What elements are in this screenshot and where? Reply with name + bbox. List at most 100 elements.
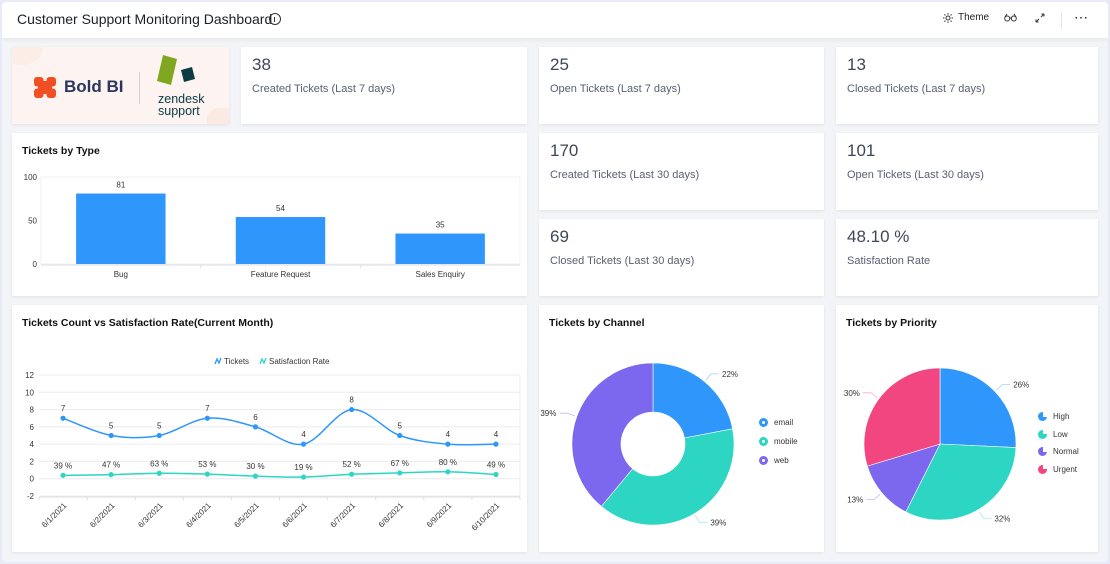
more-options-button[interactable]: ⋯ xyxy=(1074,9,1089,26)
kpi-value: 69 xyxy=(550,227,569,246)
legend-item[interactable]: email xyxy=(759,418,793,427)
kpi-value: 25 xyxy=(550,55,569,74)
data-point xyxy=(300,441,307,447)
donut-chart: 22% 39% 39% xyxy=(540,362,738,527)
y-tick-label: 12 xyxy=(25,371,34,380)
bar-data-label: 54 xyxy=(276,204,285,213)
kpi-card-satisfaction-rate[interactable]: 48.10 % Satisfaction Rate xyxy=(836,219,1098,296)
data-label: 80 % xyxy=(439,458,457,467)
pie-slice xyxy=(939,367,1017,448)
legend-label: web xyxy=(774,456,789,465)
kpi-card-closed-30d[interactable]: 69 Closed Tickets (Last 30 days) xyxy=(539,219,824,296)
kpi-value: 48.10 % xyxy=(847,227,910,246)
data-label: 8 xyxy=(349,396,354,405)
kpi-label: Closed Tickets (Last 7 days) xyxy=(847,83,986,95)
sun-icon xyxy=(943,12,953,23)
data-point xyxy=(204,415,210,421)
legend-item[interactable]: mobile xyxy=(759,437,798,446)
more-icon: ⋯ xyxy=(1074,9,1089,25)
legend-label: mobile xyxy=(774,437,798,446)
connector-line xyxy=(694,515,708,523)
legend-item[interactable]: Low xyxy=(1038,429,1068,439)
kpi-card-open-7d[interactable]: 25 Open Tickets (Last 7 days) xyxy=(539,47,824,124)
boldbi-logo-icon xyxy=(34,77,56,98)
data-label: 63 % xyxy=(150,459,168,468)
data-label: 67 % xyxy=(391,459,409,468)
kpi-card-created-30d[interactable]: 170 Created Tickets (Last 30 days) xyxy=(539,133,824,210)
y-tick-label: -2 xyxy=(27,492,35,501)
legend-marker-icon xyxy=(1038,464,1047,474)
data-label: 19 % xyxy=(294,463,312,472)
bar xyxy=(395,233,485,264)
slice-data-label: 26% xyxy=(1013,381,1029,390)
data-label: 49 % xyxy=(487,460,505,469)
x-tick-label: 6/4/2021 xyxy=(184,501,213,530)
legend-item[interactable]: Normal xyxy=(1038,447,1079,456)
decorative-blob xyxy=(207,108,229,124)
data-point xyxy=(397,432,403,439)
x-tick-label: Feature Request xyxy=(251,270,311,279)
kpi-value: 170 xyxy=(550,141,579,160)
y-tick-label: 50 xyxy=(28,217,37,226)
legend-label: Tickets xyxy=(224,357,249,366)
theme-button[interactable]: Theme xyxy=(943,12,989,23)
boldbi-logo-text: Bold BI xyxy=(64,77,124,96)
kpi-label: Created Tickets (Last 7 days) xyxy=(252,83,396,95)
legend-label: Normal xyxy=(1053,447,1079,456)
legend-item[interactable]: Urgent xyxy=(1038,464,1077,474)
logo-divider xyxy=(139,72,140,104)
bar-chart: 0 50 100 81 Bug 54 Feature Request 35 Sales Enqu… xyxy=(24,173,521,279)
x-tick-label: 6/10/2021 xyxy=(470,501,502,533)
legend-line-icon xyxy=(214,357,222,365)
x-tick-label: 6/9/2021 xyxy=(425,501,454,530)
data-label: 7 xyxy=(61,404,66,413)
slice-data-label: 32% xyxy=(994,514,1010,523)
slice-data-label: 39% xyxy=(540,409,556,418)
bar xyxy=(235,217,326,264)
data-label: 5 xyxy=(109,422,114,431)
data-label: 30 % xyxy=(246,462,264,471)
fullscreen-button[interactable] xyxy=(1035,13,1045,23)
info-icon[interactable] xyxy=(269,13,281,25)
data-label: 6 xyxy=(253,413,258,422)
data-point xyxy=(445,469,451,475)
slice-data-label: 13% xyxy=(847,495,863,504)
data-point xyxy=(204,471,210,477)
y-tick-label: 8 xyxy=(30,406,35,415)
series-line xyxy=(63,471,496,478)
pie-slice xyxy=(652,362,733,439)
legend-item[interactable]: web xyxy=(759,456,789,465)
legend-marker-icon xyxy=(759,418,768,427)
x-tick-label: Sales Enquiry xyxy=(415,270,464,279)
data-point xyxy=(300,474,307,480)
legend-label: Satisfaction Rate xyxy=(269,357,330,366)
kpi-label: Open Tickets (Last 7 days) xyxy=(550,83,681,95)
zendesk-logo-text: zendesk support xyxy=(158,93,205,118)
kpi-label: Created Tickets (Last 30 days) xyxy=(550,169,700,181)
kpi-card-open-30d[interactable]: 101 Open Tickets (Last 30 days) xyxy=(836,133,1098,210)
legend-item[interactable]: High xyxy=(1038,412,1069,421)
slice-data-label: 22% xyxy=(722,370,738,379)
y-tick-label: 4 xyxy=(30,440,35,449)
kpi-card-created-7d[interactable]: 38 Created Tickets (Last 7 days) xyxy=(241,47,527,124)
tickets-by-type-widget: Tickets by Type 0 50 100 81 Bug 54 Feature Req… xyxy=(12,133,527,296)
data-label: 52 % xyxy=(343,460,361,469)
y-tick-label: 0 xyxy=(33,260,38,269)
x-tick-label: Bug xyxy=(114,270,128,279)
data-label: 5 xyxy=(157,422,162,431)
legend-label: Low xyxy=(1053,429,1068,439)
view-mode-button[interactable] xyxy=(1004,13,1017,22)
kpi-card-closed-7d[interactable]: 13 Closed Tickets (Last 7 days) xyxy=(836,47,1098,124)
tickets-by-priority-widget: Tickets by Priority 26% 32% 13% 30% High Low… xyxy=(836,305,1098,552)
slice-data-label: 39% xyxy=(710,518,726,527)
tickets-vs-satisfaction-widget: Tickets Count vs Satisfaction Rate(Curre… xyxy=(12,305,527,552)
support-text-line: support xyxy=(158,104,200,118)
connector-line xyxy=(705,373,720,381)
y-tick-label: 6 xyxy=(30,423,35,432)
y-tick-label: 0 xyxy=(30,475,35,484)
expand-icon xyxy=(1035,13,1045,23)
legend-marker-icon xyxy=(1038,447,1047,456)
data-point xyxy=(108,472,114,478)
theme-label: Theme xyxy=(958,12,990,23)
data-label: 7 xyxy=(205,404,210,413)
